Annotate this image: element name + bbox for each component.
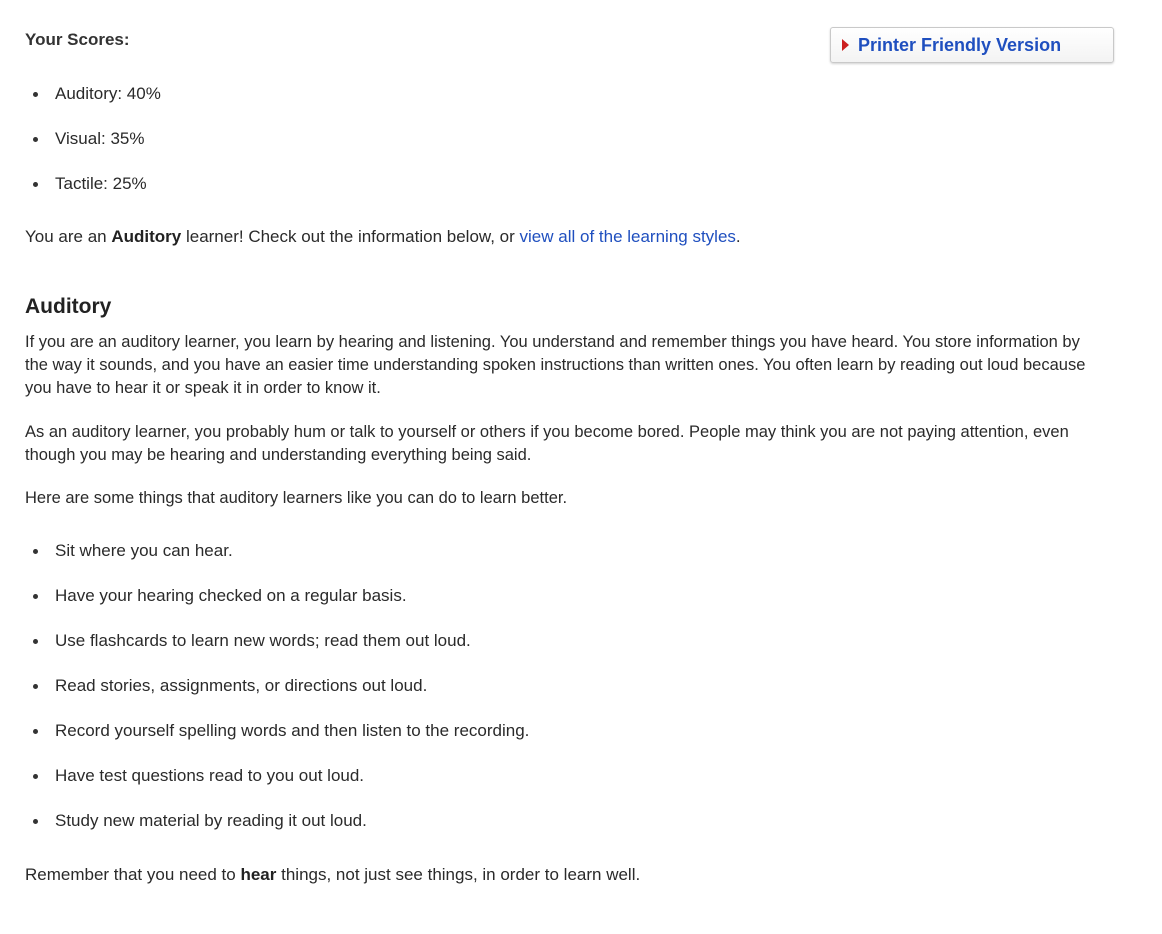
result-middle: learner! Check out the information below… (181, 227, 520, 246)
triangle-right-icon (842, 39, 849, 51)
tip-item: Study new material by reading it out lou… (25, 811, 529, 856)
closing-bold: hear (240, 865, 277, 884)
result-sentence: You are an Auditory learner! Check out t… (25, 227, 741, 247)
result-suffix: . (735, 227, 741, 246)
score-item-tactile: Tactile: 25% (25, 174, 161, 219)
score-item-visual: Visual: 35% (25, 129, 161, 174)
result-style: Auditory (111, 227, 182, 246)
scores-title: Your Scores: (25, 30, 130, 49)
result-prefix: You are an (25, 227, 112, 246)
tip-item: Use flashcards to learn new words; read … (25, 631, 529, 676)
paragraph-behavior: As an auditory learner, you probably hum… (25, 423, 1069, 464)
tip-item: Read stories, assignments, or directions… (25, 676, 529, 721)
tips-list: Sit where you can hear. Have your hearin… (25, 541, 529, 856)
scores-list: Auditory: 40% Visual: 35% Tactile: 25% (25, 84, 161, 219)
tip-item: Have test questions read to you out loud… (25, 766, 529, 811)
tip-item: Record yourself spelling words and then … (25, 721, 529, 766)
closing-suffix: things, not just see things, in order to… (276, 865, 641, 884)
closing-sentence: Remember that you need to hear things, n… (25, 865, 640, 885)
closing-prefix: Remember that you need to (25, 865, 241, 884)
score-item-auditory: Auditory: 40% (25, 84, 161, 129)
tip-item: Sit where you can hear. (25, 541, 529, 586)
section-heading: Auditory (25, 295, 112, 318)
view-all-styles-link[interactable]: view all of the learning styles (520, 227, 736, 246)
printer-friendly-button[interactable]: Printer Friendly Version (830, 27, 1114, 63)
tip-item: Have your hearing checked on a regular b… (25, 586, 529, 631)
printer-friendly-label: Printer Friendly Version (858, 34, 1062, 55)
paragraph-intro: If you are an auditory learner, you lear… (25, 333, 1086, 397)
paragraph-tips-intro: Here are some things that auditory learn… (25, 489, 568, 507)
